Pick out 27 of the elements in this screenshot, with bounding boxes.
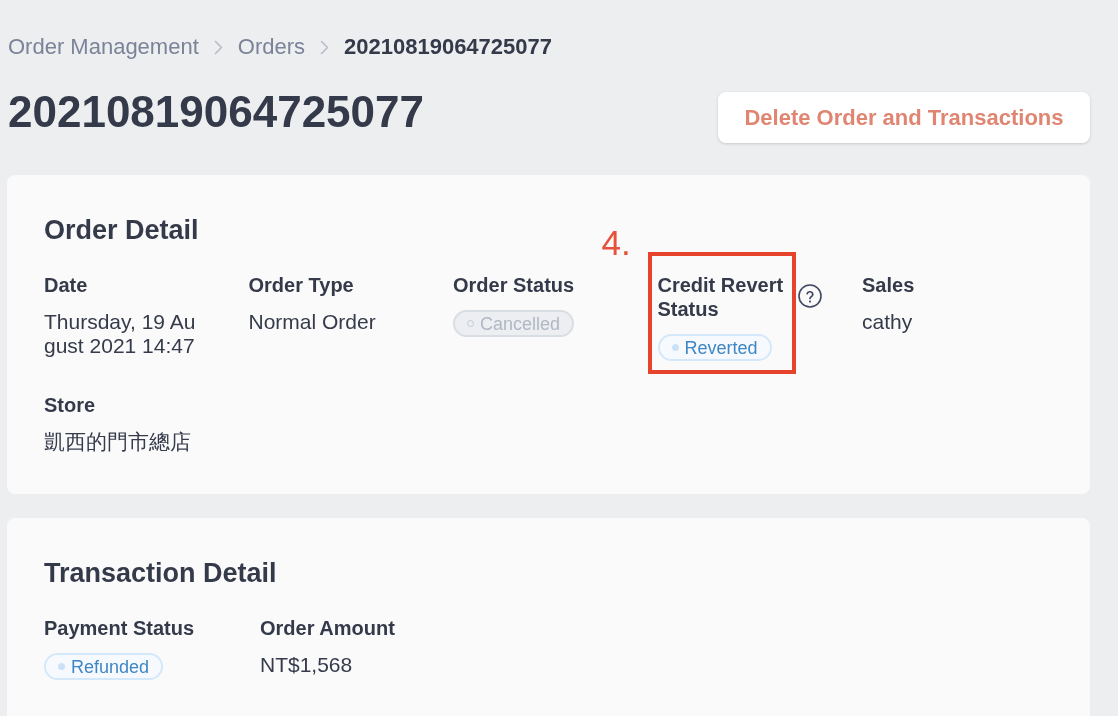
field-label: Order Amount bbox=[260, 616, 395, 640]
field-label: Sales bbox=[862, 273, 915, 297]
chevron-right-icon bbox=[320, 39, 329, 55]
field-value: Normal Order bbox=[248, 310, 376, 334]
delete-button[interactable]: Delete Order and Transactions bbox=[718, 92, 1090, 143]
breadcrumb-link[interactable]: Order Management bbox=[8, 33, 199, 61]
field-value: Thursday, 19 August 2021 14:47 bbox=[44, 310, 197, 358]
field-value: 凱西的門市總店 bbox=[44, 430, 191, 454]
field-label: Order Type bbox=[248, 273, 354, 297]
card-title: Order Detail bbox=[44, 214, 199, 247]
card-title: Transaction Detail bbox=[44, 557, 277, 590]
field-value: NT$1,568 bbox=[260, 653, 353, 677]
field-label: Order Status bbox=[453, 273, 575, 297]
field-label: Date bbox=[44, 273, 88, 297]
breadcrumb-current: 20210819064725077 bbox=[344, 33, 553, 61]
field-label: Credit Revert Status bbox=[657, 273, 785, 321]
field-label: Payment Status bbox=[44, 616, 195, 640]
status-label: Reverted bbox=[684, 336, 758, 359]
status-label: Refunded bbox=[71, 655, 150, 678]
annotation-number: 4. bbox=[601, 225, 631, 261]
help-icon[interactable] bbox=[797, 284, 822, 308]
field-label: Store bbox=[44, 393, 96, 417]
breadcrumb-link[interactable]: Orders bbox=[237, 33, 305, 61]
chevron-right-icon bbox=[213, 39, 223, 55]
status-label: Cancelled bbox=[480, 312, 561, 335]
field-value: cathy bbox=[862, 310, 913, 334]
page-title: 20210819064725077 bbox=[8, 86, 424, 138]
